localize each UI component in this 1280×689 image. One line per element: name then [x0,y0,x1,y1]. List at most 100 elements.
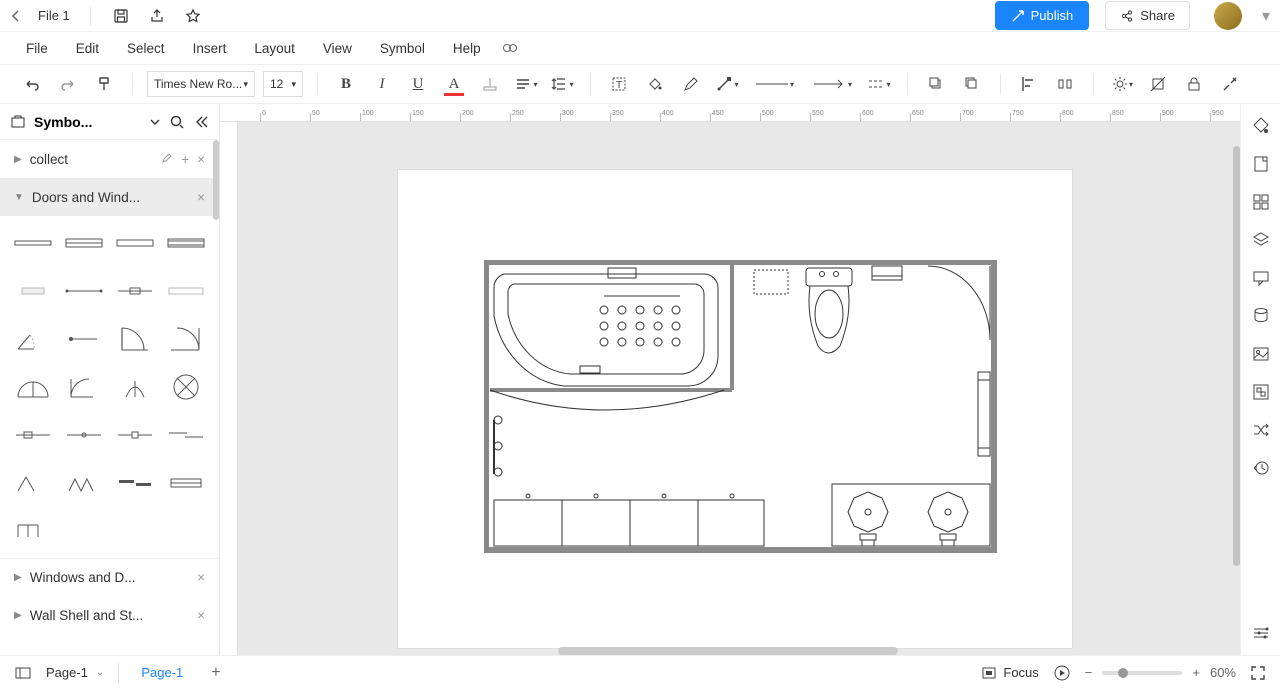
shape-bifold-2[interactable] [63,466,104,500]
font-color-icon[interactable]: A [440,70,468,98]
line-spacing-icon[interactable]: ▾ [548,70,576,98]
text-box-icon[interactable]: T [605,70,633,98]
shape-door-1[interactable] [12,322,53,356]
line-style-icon[interactable]: ▾ [749,70,799,98]
floor-plan-drawing[interactable] [484,260,1000,554]
comment-icon[interactable] [1249,266,1273,290]
redo-icon[interactable] [54,70,82,98]
distribute-icon[interactable] [1051,70,1079,98]
shape-revolving-door-2[interactable] [166,370,207,404]
crop-icon[interactable] [1144,70,1172,98]
shape-sliding-3[interactable] [115,418,156,452]
page-select[interactable]: Page-1 ⌄ [46,665,104,680]
shape-wall-4[interactable] [166,226,207,260]
menu-select[interactable]: Select [113,35,179,62]
align-left-obj-icon[interactable] [1015,70,1043,98]
shape-opening[interactable] [12,514,53,548]
menu-view[interactable]: View [309,35,366,62]
shape-garage-door[interactable] [166,466,207,500]
shape-door-2[interactable] [63,322,104,356]
tools-icon[interactable] [1216,70,1244,98]
shape-door-4[interactable] [166,322,207,356]
panel-toggle-icon[interactable] [1249,621,1273,645]
font-size-select[interactable]: 12▾ [263,71,303,97]
page-setup-icon[interactable] [1249,152,1273,176]
font-family-select[interactable]: Times New Ro...▾ [147,71,255,97]
undo-icon[interactable] [18,70,46,98]
canvas[interactable] [238,122,1240,655]
ruler-horizontal[interactable]: 0501001502002503003504004505005506006507… [220,104,1240,122]
bring-front-icon[interactable] [958,70,986,98]
chevron-up-icon[interactable] [149,116,161,128]
shape-double-door-1[interactable] [12,370,53,404]
menu-symbol[interactable]: Symbol [366,35,439,62]
shape-wall-2[interactable] [63,226,104,260]
category-collect[interactable]: ▶ collect + × [0,140,219,178]
category-doors-windows[interactable]: ▼ Doors and Wind... × [0,178,219,216]
panel-scrollbar[interactable] [213,140,219,220]
bold-icon[interactable]: B [332,70,360,98]
menu-help[interactable]: Help [439,35,495,62]
star-icon[interactable] [183,6,203,26]
italic-icon[interactable]: I [368,70,396,98]
play-icon[interactable] [1053,664,1071,682]
page-nav-icon[interactable] [14,664,32,682]
shape-window-4[interactable] [166,274,207,308]
shape-door-3[interactable] [115,322,156,356]
export-icon[interactable] [147,6,167,26]
connector-icon[interactable]: ▾ [713,70,741,98]
page-tab[interactable]: Page-1 [133,665,191,680]
shape-window-2[interactable] [63,274,104,308]
layers-icon[interactable] [1249,228,1273,252]
close-category-icon[interactable]: × [197,190,205,205]
add-category-icon[interactable]: + [181,152,189,167]
avatar[interactable] [1214,2,1242,30]
canvas-vscrollbar[interactable] [1233,146,1240,566]
history-icon[interactable] [1249,456,1273,480]
publish-button[interactable]: Publish [995,1,1090,30]
close-category-icon[interactable]: × [197,152,205,167]
close-category-icon[interactable]: × [197,608,205,623]
zoom-level[interactable]: 60% [1210,665,1236,680]
category-wall-shell[interactable]: ▶ Wall Shell and St... × [0,596,219,634]
arrow-style-icon[interactable]: ▾ [807,70,857,98]
file-name[interactable]: File 1 [38,8,70,23]
zoom-in-button[interactable]: + [1192,665,1200,680]
canvas-hscrollbar[interactable] [558,647,898,655]
shape-sliding-2[interactable] [63,418,104,452]
send-back-icon[interactable] [922,70,950,98]
theme-icon[interactable] [1249,114,1273,138]
ruler-vertical[interactable] [220,122,238,655]
shape-revolving-door-1[interactable] [115,370,156,404]
pen-icon[interactable] [677,70,705,98]
shape-sliding-4[interactable] [166,418,207,452]
shape-wall-1[interactable] [12,226,53,260]
back-icon[interactable] [10,10,22,22]
shape-sliding-1[interactable] [12,418,53,452]
data-icon[interactable] [1249,304,1273,328]
collapse-panel-icon[interactable] [193,114,209,130]
fill-icon[interactable] [641,70,669,98]
grid-icon[interactable] [1249,190,1273,214]
image-icon[interactable] [1249,342,1273,366]
add-page-button[interactable]: + [205,664,226,682]
effects-icon[interactable]: ▾ [1108,70,1136,98]
clipart-icon[interactable] [1249,380,1273,404]
shape-wall-3[interactable] [115,226,156,260]
format-painter-icon[interactable] [90,70,118,98]
shape-window-1[interactable] [12,274,53,308]
focus-button[interactable]: Focus [981,665,1038,681]
underline-icon[interactable]: U [404,70,432,98]
save-icon[interactable] [111,6,131,26]
text-highlight-icon[interactable] [476,70,504,98]
menu-edit[interactable]: Edit [62,35,113,62]
line-ends-icon[interactable]: ▾ [865,70,893,98]
menu-insert[interactable]: Insert [179,35,241,62]
shape-window-3[interactable] [115,274,156,308]
account-dropdown-icon[interactable]: ▾ [1262,6,1270,26]
close-category-icon[interactable]: × [197,570,205,585]
shuffle-icon[interactable] [1249,418,1273,442]
zoom-slider[interactable] [1102,671,1182,675]
shape-bypass-1[interactable] [115,466,156,500]
menu-layout[interactable]: Layout [240,35,309,62]
